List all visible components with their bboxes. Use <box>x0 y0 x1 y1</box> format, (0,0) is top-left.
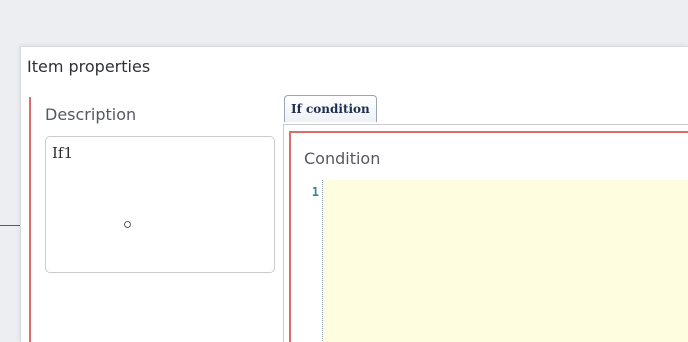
condition-label: Condition <box>304 149 381 168</box>
workspace-canvas: Item properties Description If1 If condi… <box>0 0 688 342</box>
line-number: 1 <box>311 185 319 199</box>
condition-code-editor[interactable]: 1 <box>304 180 688 342</box>
panel-title: Item properties <box>27 57 151 76</box>
description-label: Description <box>45 105 137 124</box>
tab-if-condition[interactable]: If condition <box>284 95 377 122</box>
description-textarea[interactable]: If1 <box>45 136 275 273</box>
line-number-gutter: 1 <box>304 180 323 342</box>
condition-section: Condition 1 <box>289 131 688 342</box>
description-section: Description If1 <box>29 97 281 342</box>
connector-endpoint-icon-overlay[interactable] <box>124 221 131 228</box>
description-value: If1 <box>52 144 74 162</box>
if-condition-tab-panel: Condition 1 <box>283 124 688 342</box>
